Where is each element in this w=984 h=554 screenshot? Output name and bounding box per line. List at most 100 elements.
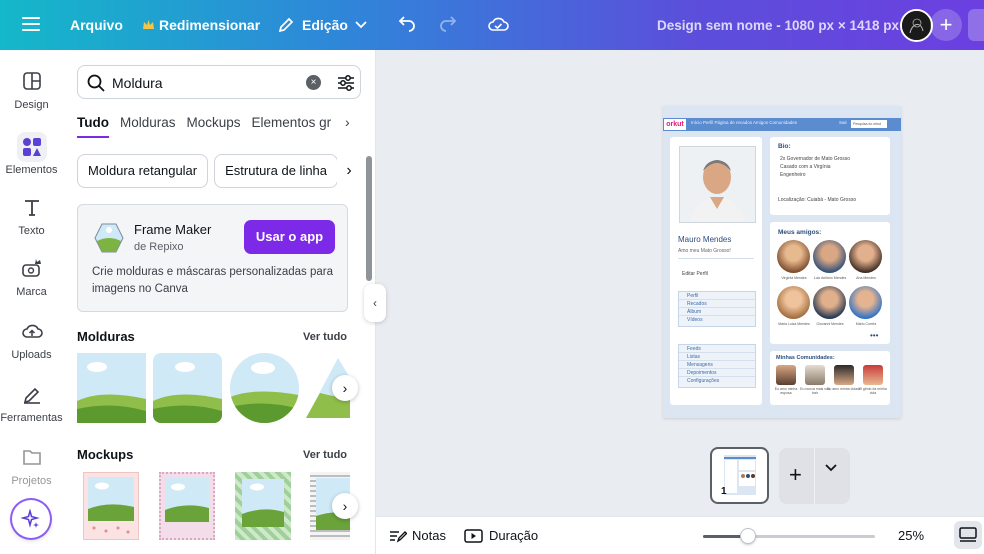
rail-item-projetos[interactable]: Projetos — [0, 446, 63, 487]
tab-elementos-graficos[interactable]: Elementos gr — [252, 115, 332, 136]
bio-line: Casado com a Virgínia — [780, 164, 831, 170]
edit-mode-button[interactable]: Edição — [277, 16, 367, 34]
cloud-saved-icon[interactable] — [487, 13, 509, 35]
chip-estrutura-de-linha[interactable]: Estrutura de linha — [214, 154, 339, 188]
undo-icon[interactable] — [397, 14, 417, 34]
rail-label: Projetos — [11, 475, 52, 487]
avatar-image — [902, 11, 931, 40]
menu-row: Vídeos — [687, 317, 703, 323]
divider — [678, 258, 754, 259]
rail-item-elementos[interactable]: Elementos — [0, 132, 63, 176]
grid-view-button[interactable] — [954, 521, 982, 549]
menu-row: Álbum — [679, 308, 755, 316]
magic-assistant-button[interactable] — [12, 500, 50, 538]
duration-button[interactable]: Duração — [464, 528, 538, 543]
redo-icon[interactable] — [438, 14, 458, 34]
rail-item-marca[interactable]: Marca — [0, 257, 63, 298]
file-menu-button[interactable]: Arquivo — [70, 17, 123, 33]
mockup-thumbnail-2[interactable] — [159, 472, 215, 540]
landscape-placeholder — [242, 479, 284, 527]
more-icon: ••• — [870, 331, 879, 340]
friend-avatar — [849, 240, 882, 273]
chip-moldura-retangular[interactable]: Moldura retangular — [77, 154, 209, 188]
crown-icon — [143, 20, 154, 29]
mockup-thumbnail-3[interactable] — [235, 472, 291, 540]
folder-icon — [22, 450, 41, 465]
share-button[interactable] — [968, 9, 984, 41]
profile-menu: Perfil Recados Álbum Vídeos — [678, 291, 756, 327]
community-name: O gênio da minha vida — [859, 387, 887, 395]
landscape-placeholder — [153, 353, 222, 423]
add-page-control: + — [779, 448, 850, 504]
menu-icon[interactable] — [20, 14, 42, 36]
frame-thumbnail-circle[interactable] — [230, 353, 299, 423]
panel-scrollbar[interactable] — [364, 146, 372, 546]
page-thumbnail[interactable]: 1 — [710, 447, 769, 504]
category-tabs: Tudo Molduras Mockups Elementos gr — [77, 114, 367, 142]
zoom-slider-handle[interactable] — [740, 528, 756, 544]
molduras-next-button[interactable]: › — [332, 375, 358, 401]
friends-title: Meus amigos: — [778, 229, 822, 236]
zoom-slider[interactable] — [703, 528, 875, 544]
draw-tools-icon — [23, 387, 40, 404]
communities-title: Minhas Comunidades: — [776, 355, 835, 361]
chevron-right-icon: › — [342, 380, 348, 396]
filter-icon[interactable] — [336, 73, 356, 93]
rail-item-design[interactable]: Design — [0, 70, 63, 111]
profile-photo — [679, 146, 756, 223]
frame-maker-logo — [94, 223, 124, 253]
scrollbar-thumb[interactable] — [366, 156, 372, 281]
design-page[interactable]: orkut Início Perfil Página de recados Am… — [663, 106, 901, 418]
mockups-next-button[interactable]: › — [332, 493, 358, 519]
friend-name: Luiz Antônio Mendes — [813, 276, 847, 280]
zoom-level[interactable]: 25% — [898, 528, 924, 543]
menu-row: Depoimentos — [679, 369, 755, 377]
chevron-down-icon — [355, 21, 367, 29]
rail-item-uploads[interactable]: Uploads — [0, 320, 63, 361]
clear-search-icon[interactable]: × — [306, 75, 321, 90]
frame-thumbnail-rounded[interactable] — [153, 353, 222, 423]
duration-label: Duração — [489, 528, 539, 543]
add-collaborator-button[interactable]: + — [930, 9, 962, 41]
elements-panel: Moldura × Tudo Molduras Mockups Elementos g… — [63, 50, 376, 554]
profile-name: Mauro Mendes — [678, 235, 732, 244]
use-app-button[interactable]: Usar o app — [244, 220, 335, 254]
page-thumbnail-preview — [724, 455, 756, 495]
see-all-mockups-link[interactable]: Ver tudo — [303, 449, 347, 461]
suggestion-chips: Moldura retangular Estrutura de linha — [77, 154, 367, 190]
friend-name: Virgínia Mendes — [781, 276, 807, 280]
layout-icon — [22, 72, 41, 90]
shapes-icon — [22, 138, 41, 156]
see-all-molduras-link[interactable]: Ver tudo — [303, 331, 347, 343]
orkut-logout: Sair — [839, 120, 848, 125]
friend-name: Mário Corrêa — [855, 322, 877, 326]
menu-row: Recados — [679, 300, 755, 308]
search-input[interactable]: Moldura — [112, 75, 163, 91]
mockup-thumbnail-1[interactable] — [83, 472, 139, 540]
rail-item-ferramentas[interactable]: Ferramentas — [0, 383, 63, 424]
tab-tudo[interactable]: Tudo — [77, 115, 109, 138]
rail-label: Marca — [16, 286, 47, 298]
tabs-next-chevron-icon[interactable]: › — [345, 114, 350, 130]
sparkle-icon — [21, 509, 40, 528]
document-title[interactable]: Design sem nome - 1080 px × 1418 px — [657, 18, 899, 33]
bottom-bar: Notas Duração 25% — [376, 516, 984, 554]
tab-mockups[interactable]: Mockups — [187, 115, 241, 136]
frame-thumbnail-square[interactable] — [77, 353, 146, 423]
section-title-mockups: Mockups — [77, 447, 134, 462]
collapse-panel-button[interactable]: ‹ — [364, 284, 386, 322]
search-box[interactable]: Moldura × — [77, 65, 361, 99]
chevron-down-icon[interactable] — [825, 464, 837, 472]
avatar[interactable] — [900, 9, 933, 42]
frame-maker-card: Frame Maker de Repixo Usar o app Crie mo… — [77, 204, 348, 312]
notes-button[interactable]: Notas — [389, 528, 446, 543]
grid-view-icon — [959, 527, 977, 542]
add-page-button[interactable]: + — [789, 462, 802, 488]
tab-molduras[interactable]: Molduras — [120, 115, 176, 136]
menu-row: Perfil — [679, 292, 755, 300]
chips-next-chevron-icon[interactable]: › — [337, 154, 361, 188]
search-icon — [87, 74, 105, 92]
rail-item-texto[interactable]: Texto — [0, 196, 63, 237]
resize-button[interactable]: Redimensionar — [142, 17, 260, 33]
chevron-right-icon: › — [342, 498, 348, 514]
